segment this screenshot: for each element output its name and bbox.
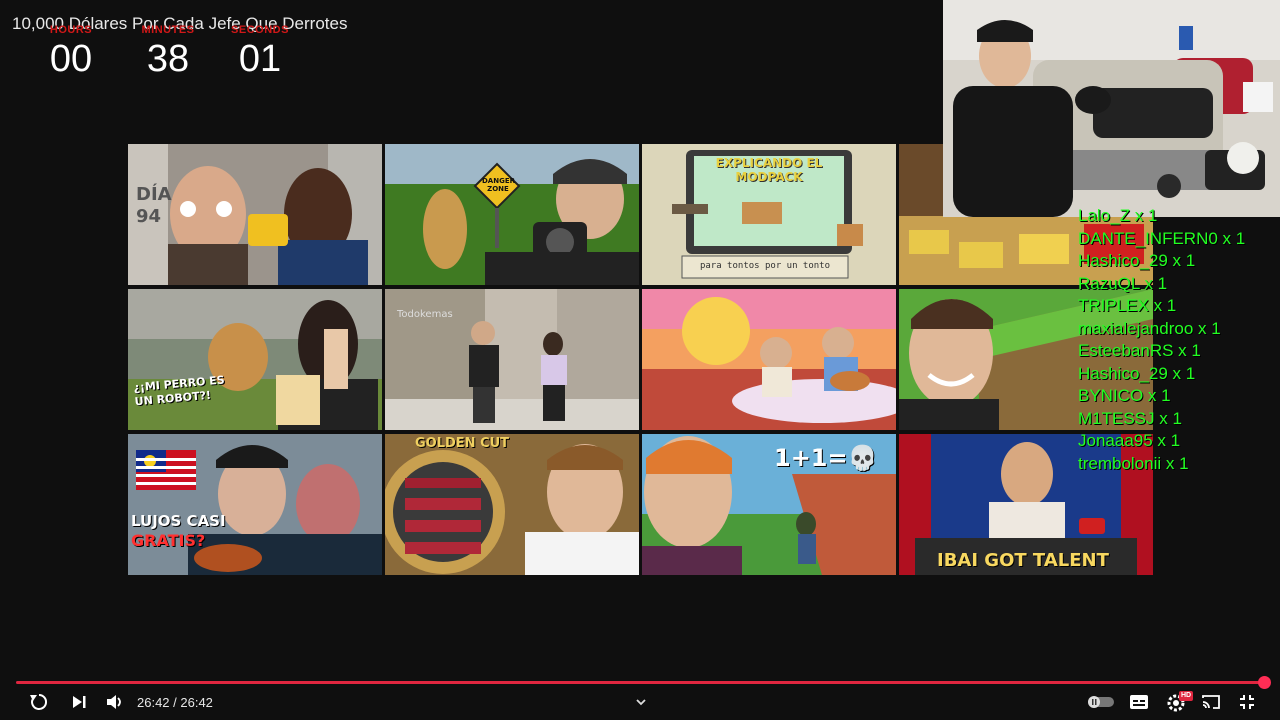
timer-seconds: SECONDS 01 [214,24,306,78]
thumbnail-caption: LUJOS CASI [131,512,226,530]
thumbnail-subcaption: para tontos por un tonto [699,261,831,271]
autoplay-toggle-icon [1088,696,1114,708]
chevron-down-icon [636,699,646,706]
thumbnail-caption: DÍA 94 [136,184,172,227]
timer-minutes-label: MINUTES [141,24,195,36]
replay-icon [30,693,48,710]
thumbnail-lujos-casi-gratis[interactable]: LUJOS CASI GRATIS? [128,434,382,575]
subtitles-button[interactable] [1124,689,1154,715]
thumbnail-street-walk[interactable]: Todokemas [385,289,639,430]
thumbnail-art [385,434,639,575]
thumbnail-art [642,289,896,430]
thumbnail-caption: IBAI GOT TALENT [937,550,1109,571]
thumbnail-one-plus-one[interactable]: 1+1=💀 [642,434,896,575]
countdown-timer: HOURS 00 MINUTES 38 SECONDS 01 [30,24,306,78]
exit-fullscreen-button[interactable] [1232,689,1262,715]
chat-line: Hashico_29 x 1 [1078,363,1196,383]
expand-chapters-button[interactable] [626,689,656,715]
cast-icon [1202,695,1220,709]
thumbnail-art [385,144,639,285]
thumbnail-caption: EXPLICANDO EL MODPACK [715,156,823,184]
player-controls: 26:42 / 26:42 HD [0,686,1280,720]
chat-line: Jonaaa95 x 1 [1078,431,1181,450]
chat-line: TRIPLEX x 1 [1078,296,1177,315]
chat-overlay: Lalo_Z x 1 DANTE_INFERN0 x 1 Hashico_29 … [1078,205,1280,475]
webcam-feed [943,0,1280,217]
chat-line: DANTE_INFERN0 x 1 [1078,228,1246,248]
timer-seconds-label: SECONDS [231,24,289,36]
thumbnail-caption: Todokemas [397,309,453,320]
quality-badge: HD [1179,691,1194,701]
cast-button[interactable] [1196,689,1226,715]
thumbnail-subcaption: GRATIS? [131,531,206,550]
volume-button[interactable] [100,689,130,715]
thumbnail-explicando-modpack[interactable]: EXPLICANDO EL MODPACK para tontos por un… [642,144,896,285]
chat-line: M1TESSJ x 1 [1078,408,1182,428]
chat-line: trembolonii x 1 [1078,453,1189,473]
progress-bar[interactable] [16,681,1265,684]
timer-hours: HOURS 00 [30,24,112,78]
thumbnail-art [128,144,382,285]
chat-line: EsteebanRS x 1 [1078,341,1201,360]
replay-button[interactable] [24,689,54,715]
timer-minutes: MINUTES 38 [122,24,214,78]
timer-hours-label: HOURS [49,24,93,36]
chat-line: Lalo_Z x 1 [1078,206,1158,225]
timer-seconds-value: 01 [238,38,282,80]
webcam-overlay [943,0,1280,217]
chat-line: BYNICO x 1 [1078,386,1171,405]
skip-next-icon [73,696,86,708]
autoplay-toggle[interactable] [1084,689,1118,715]
next-button[interactable] [64,689,94,715]
thumbnail-caption: 1+1=💀 [774,444,878,472]
time-display: 26:42 / 26:42 [137,695,213,710]
thumbnail-mi-perro-robot[interactable]: ¿¡MI PERRO ES UN ROBOT?! [128,289,382,430]
thumbnail-caption: DANGER ZONE [482,177,516,193]
subtitles-icon [1130,695,1148,709]
timer-hours-value: 00 [49,38,93,80]
thumbnail-caption: GOLDEN CUT [415,436,510,451]
chat-line: RazuQL x 1 [1078,273,1168,293]
thumbnail-art [128,434,382,575]
settings-button[interactable]: HD [1162,689,1194,715]
thumbnail-dia-94[interactable]: DÍA 94 [128,144,382,285]
thumbnail-golden-cut[interactable]: GOLDEN CUT [385,434,639,575]
timer-minutes-value: 38 [146,38,190,80]
thumbnail-sunset-guitar[interactable] [642,289,896,430]
thumbnail-danger-zone[interactable]: DANGER ZONE [385,144,639,285]
exit-fullscreen-icon [1240,695,1254,709]
chat-line: Hashico_29 x 1 [1078,251,1196,270]
chat-line: maxialejandroo x 1 [1078,318,1221,338]
volume-icon [107,695,121,709]
thumbnail-art [128,289,382,430]
